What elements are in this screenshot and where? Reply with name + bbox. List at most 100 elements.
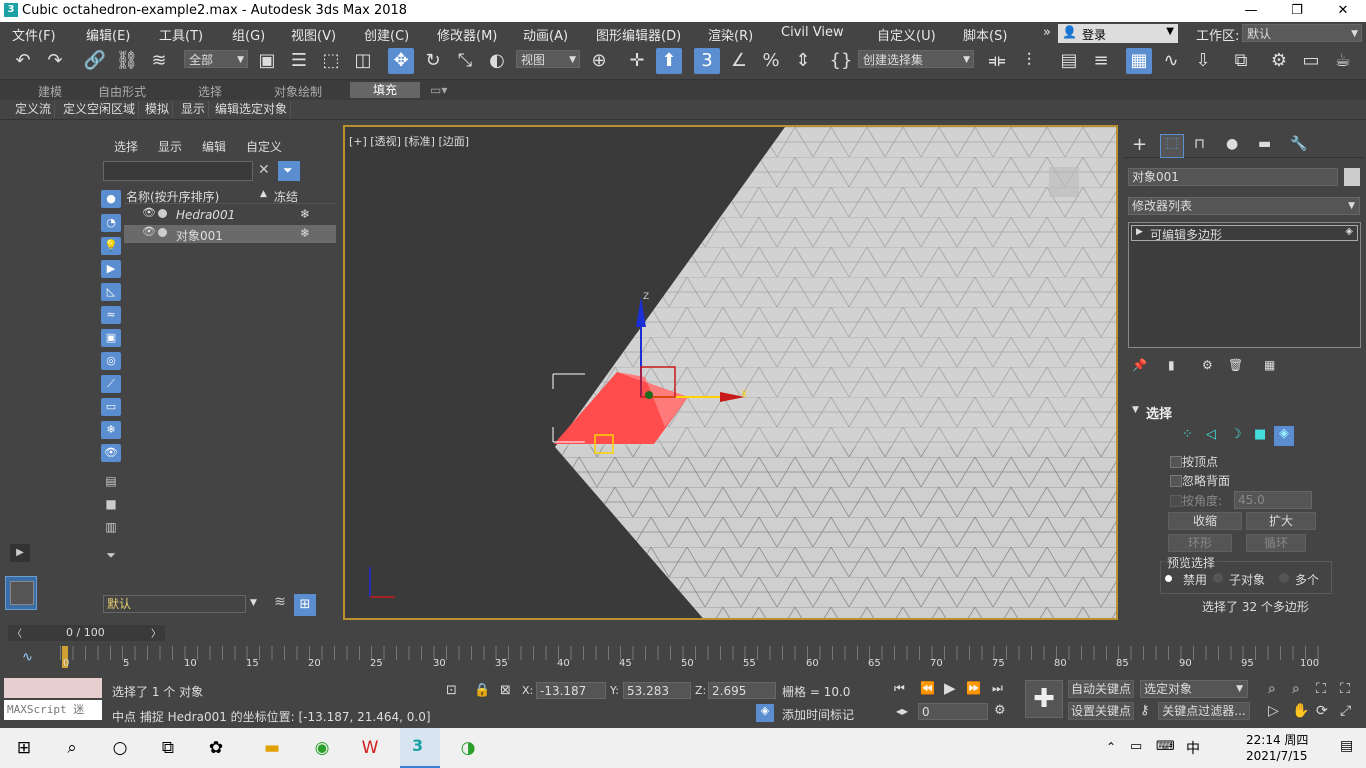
modifier-list-select[interactable]: 修改器列表 ▼ <box>1128 197 1360 215</box>
filter-toggle-icon[interactable]: ⏷ <box>101 546 121 564</box>
key-filter-select[interactable]: 选定对象 ▼ <box>1140 680 1248 698</box>
close-button[interactable]: ✕ <box>1320 0 1366 22</box>
display-helpers-icon[interactable]: ◺ <box>101 283 121 301</box>
grow-button[interactable]: 扩大 <box>1246 512 1316 530</box>
define-idle-areas-button[interactable]: 定义空闲区域 <box>60 101 140 118</box>
display-cameras-icon[interactable]: ▶ <box>101 260 121 278</box>
layers-icon[interactable]: ≋ <box>270 594 290 614</box>
rect-selection-icon[interactable]: ⬚ <box>318 48 344 74</box>
tab-object-paint[interactable]: 对象绘制 <box>274 83 322 100</box>
prev-frame-icon[interactable]: 〈 <box>12 625 22 640</box>
auto-key-button[interactable]: 自动关键点 <box>1068 680 1134 698</box>
selection-filter-select[interactable]: 全部 ▼ <box>184 50 248 68</box>
track-bar[interactable]: 0 5 10 15 20 25 30 35 40 45 50 55 60 65 … <box>60 646 1322 670</box>
menu-create[interactable]: 创建(C) <box>364 25 409 44</box>
windows-start-icon[interactable]: ⊞ <box>10 734 38 762</box>
fov-icon[interactable]: ▷ <box>1268 703 1279 719</box>
scene-explorer-toggle-icon[interactable]: ▤ <box>1056 48 1082 74</box>
preview-disabled-radio[interactable] <box>1165 575 1172 582</box>
key-filters-button[interactable]: 关键点过滤器... <box>1158 702 1250 720</box>
render-icon[interactable]: ☕ <box>1330 48 1356 74</box>
mini-curve-editor-icon[interactable]: ∿ <box>22 650 33 665</box>
layer-select[interactable]: 默认 <box>103 595 246 613</box>
angle-snap-icon[interactable]: ∠ <box>726 48 752 74</box>
polygon-icon[interactable]: ■ <box>1254 427 1266 442</box>
expand-panel-icon[interactable]: ▶ <box>10 544 30 562</box>
goto-end-icon[interactable]: ⏭ <box>992 681 1003 696</box>
prev-key-icon[interactable]: ⏪ <box>920 681 935 695</box>
tab-selection[interactable]: 选择 <box>198 83 222 100</box>
next-frame-icon[interactable]: 〉 <box>151 625 161 640</box>
clock-date[interactable]: 2021/7/15 <box>1246 749 1308 763</box>
tab-freeform[interactable]: 自由形式 <box>98 83 146 100</box>
hierarchy-icon[interactable]: ⊞ <box>294 594 316 616</box>
element-icon[interactable]: ◈ <box>1274 426 1294 446</box>
display-groups-icon[interactable]: ▣ <box>101 329 121 347</box>
col-freeze-header[interactable]: 冻结 <box>274 188 298 205</box>
snap-toggle-icon[interactable]: 3 <box>694 48 720 74</box>
chevron-down-icon[interactable]: ▼ <box>250 598 257 608</box>
percent-snap-icon[interactable]: % <box>758 48 784 74</box>
hierarchy-tab-icon[interactable]: ⊓ <box>1194 136 1205 152</box>
current-frame-field[interactable]: 0 <box>918 703 988 720</box>
select-move-icon[interactable]: ✥ <box>388 48 414 74</box>
window-crossing-icon[interactable]: ◫ <box>350 48 376 74</box>
select-object-icon[interactable]: ▣ <box>254 48 280 74</box>
tray-chevron-icon[interactable]: ⌃ <box>1106 740 1116 754</box>
undo-icon[interactable]: ↶ <box>10 48 36 74</box>
time-slider[interactable]: 〈 0 / 100 〉 <box>8 625 165 641</box>
minimize-button[interactable]: — <box>1228 0 1274 22</box>
scene-menu-edit[interactable]: 编辑 <box>202 138 226 155</box>
next-key-icon[interactable]: ⏩ <box>966 681 981 695</box>
display-none-icon[interactable]: ■ <box>101 495 121 513</box>
selection-rollout-header[interactable]: ▼ 选择 <box>1128 402 1361 422</box>
viewport-label[interactable]: [+] [透视] [标准] [边面] <box>349 133 469 149</box>
angle-spinner[interactable]: 45.0 <box>1234 491 1312 509</box>
select-scale-icon[interactable]: ⤡ <box>452 48 478 74</box>
scene-menu-display[interactable]: 显示 <box>158 138 182 155</box>
display-frozen-icon[interactable]: ❄ <box>101 421 121 439</box>
set-key-big-icon[interactable]: ✚ <box>1025 680 1063 718</box>
browser-icon[interactable]: ◉ <box>308 734 336 762</box>
menu-modifiers[interactable]: 修改器(M) <box>437 25 497 44</box>
ref-coord-select[interactable]: 视图 ▼ <box>516 50 580 68</box>
display-containers-icon[interactable]: ▭ <box>101 398 121 416</box>
border-icon[interactable]: ☽ <box>1230 427 1242 442</box>
login-dropdown[interactable]: 👤 登录 ▼ <box>1058 24 1178 43</box>
menu-group[interactable]: 组(G) <box>232 25 265 44</box>
link-icon[interactable]: 🔗 <box>82 48 108 74</box>
display-tab-icon[interactable]: ▬ <box>1258 136 1271 152</box>
add-time-tag-button[interactable]: ◈ 添加时间标记 <box>756 703 874 723</box>
by-angle-checkbox[interactable] <box>1170 495 1182 507</box>
display-xrefs-icon[interactable]: ◎ <box>101 352 121 370</box>
named-selection-edit-icon[interactable]: {} <box>828 48 854 74</box>
maxscript-input[interactable]: MAXScript 迷 <box>4 700 102 720</box>
file-explorer-icon[interactable]: ▬ <box>258 734 286 762</box>
task-view-icon[interactable]: ⧉ <box>154 734 182 762</box>
display-geometry-icon[interactable]: ● <box>101 190 121 208</box>
menu-more[interactable]: » <box>1043 25 1051 40</box>
utilities-tab-icon[interactable]: 🔧 <box>1290 136 1307 152</box>
display-invert-icon[interactable]: ▥ <box>101 518 121 536</box>
menu-scripting[interactable]: 脚本(S) <box>963 25 1007 44</box>
set-key-button[interactable]: 设置关键点 <box>1068 702 1134 720</box>
edge-icon[interactable]: ◁ <box>1206 427 1216 442</box>
show-end-result-icon[interactable]: ▮ <box>1168 358 1175 372</box>
stack-item-editable-poly[interactable]: ▶ 可编辑多边形 ◈ <box>1131 225 1358 242</box>
notification-icon[interactable]: ▤ <box>1340 738 1353 754</box>
configure-sets-icon[interactable]: ▦ <box>1264 358 1275 372</box>
menu-view[interactable]: 视图(V) <box>291 25 336 44</box>
pinwheel-app-icon[interactable]: ✿ <box>202 734 230 762</box>
menu-civil-view[interactable]: Civil View <box>781 25 844 40</box>
zoom-extents-all-icon[interactable]: ⛶ <box>1340 681 1350 697</box>
transform-mode-icon[interactable]: ⊠ <box>500 683 511 698</box>
freeze-icon[interactable]: ❄ <box>300 226 310 240</box>
unlink-icon[interactable]: ⛓ <box>114 48 140 74</box>
eye-icon[interactable]: 👁 <box>142 206 156 219</box>
modify-tab-icon[interactable]: ⬚ <box>1160 134 1184 158</box>
menu-rendering[interactable]: 渲染(R) <box>708 25 753 44</box>
wps-icon[interactable]: W <box>356 734 384 762</box>
render-setup-icon[interactable]: ⚙ <box>1266 48 1292 74</box>
ignore-backface-checkbox[interactable] <box>1170 475 1182 487</box>
network-icon[interactable]: ▭ <box>1130 739 1142 754</box>
